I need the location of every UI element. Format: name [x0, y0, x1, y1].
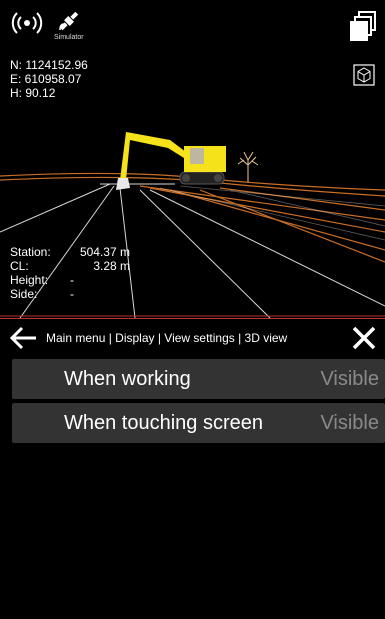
cl-label: CL:: [10, 259, 29, 273]
cl-value: 3.28 m: [93, 259, 130, 273]
height-row: Height: -: [10, 273, 130, 287]
cl-row: CL: 3.28 m: [10, 259, 130, 273]
side-label: Side:: [10, 287, 38, 301]
station-value: 504.37 m: [79, 245, 130, 259]
station-info: Station: 504.37 m CL: 3.28 m Height: - S…: [10, 245, 130, 301]
cube-view-icon[interactable]: [353, 64, 375, 86]
layers-icon[interactable]: [349, 10, 377, 42]
3d-view-viewport[interactable]: Simulator N: 1124152.96 E: 610958.07 H: …: [0, 0, 385, 318]
side-row: Side: -: [10, 287, 130, 301]
setting-value: Visible: [320, 367, 379, 390]
breadcrumb-bar: Main menu | Display | View settings | 3D…: [0, 318, 385, 357]
simulator-label: Simulator: [54, 34, 84, 41]
setting-value: Visible: [320, 411, 379, 434]
breadcrumb: Main menu | Display | View settings | 3D…: [46, 331, 288, 345]
station-label: Station:: [10, 245, 51, 259]
excavator-model: [116, 132, 226, 190]
close-icon[interactable]: [351, 325, 377, 351]
back-arrow-icon[interactable]: [8, 323, 38, 353]
height-value: H: 90.12: [10, 86, 56, 100]
setting-label: When touching screen: [64, 411, 264, 434]
setting-label: When working: [64, 367, 191, 390]
side-value: -: [70, 287, 74, 301]
setting-when-working[interactable]: When working Visible: [12, 359, 385, 399]
easting-value: E: 610958.07: [10, 72, 82, 86]
satellite-icon: [59, 11, 78, 31]
setting-when-touching-screen[interactable]: When touching screen Visible: [12, 403, 385, 443]
station-row: Station: 504.37 m: [10, 245, 130, 259]
satellite-status[interactable]: Simulator: [54, 8, 84, 41]
coordinates-readout: N: 1124152.96 E: 610958.07 H: 90.12: [10, 58, 88, 100]
height-label: Height:: [10, 273, 49, 287]
height-value-field: -: [70, 273, 74, 287]
gnss-signal-icon[interactable]: [10, 8, 44, 38]
northing-value: N: 1124152.96: [10, 58, 88, 72]
